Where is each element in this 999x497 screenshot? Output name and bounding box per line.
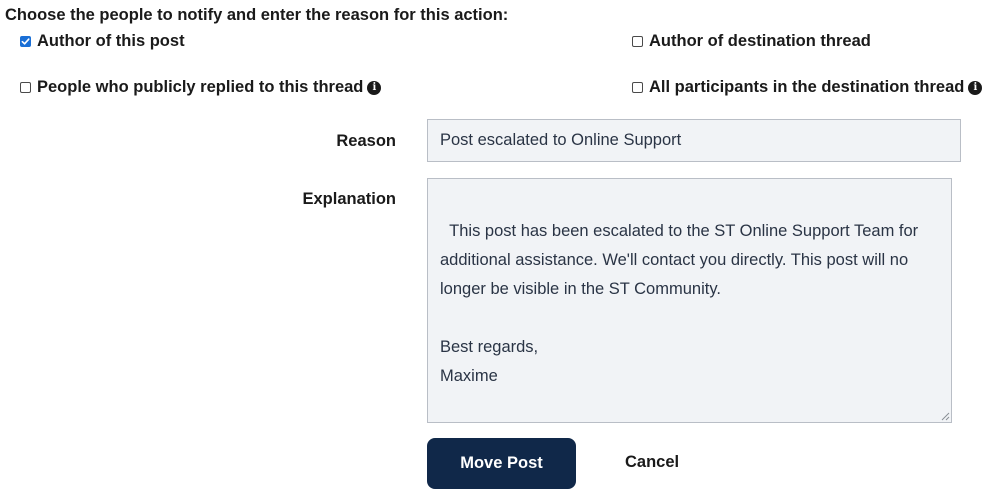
reason-value: Post escalated to Online Support xyxy=(440,131,682,149)
check-icon xyxy=(21,38,30,45)
reason-label: Reason xyxy=(336,132,396,150)
checkbox-row-author-of-post[interactable]: Author of this post xyxy=(20,32,185,51)
author-of-post-label[interactable]: Author of this post xyxy=(37,32,185,51)
reason-input[interactable]: Post escalated to Online Support xyxy=(427,119,961,162)
cancel-button[interactable]: Cancel xyxy=(625,453,679,472)
explanation-textarea[interactable]: This post has been escalated to the ST O… xyxy=(427,178,952,423)
public-repliers-checkbox[interactable] xyxy=(20,82,31,93)
info-circle-icon[interactable]: i xyxy=(968,80,983,95)
move-post-button[interactable]: Move Post xyxy=(427,438,576,489)
checkbox-row-author-of-destination[interactable]: Author of destination thread xyxy=(632,32,871,51)
author-of-post-checkbox[interactable] xyxy=(20,36,31,47)
info-circle-icon[interactable]: i xyxy=(367,80,382,95)
checkbox-row-public-repliers[interactable]: People who publicly replied to this thre… xyxy=(20,78,382,97)
resize-grip-icon[interactable] xyxy=(940,411,950,421)
author-of-destination-checkbox[interactable] xyxy=(632,36,643,47)
all-destination-participants-checkbox[interactable] xyxy=(632,82,643,93)
public-repliers-label[interactable]: People who publicly replied to this thre… xyxy=(37,78,363,97)
explanation-label: Explanation xyxy=(302,190,396,208)
all-destination-participants-label[interactable]: All participants in the destination thre… xyxy=(649,78,964,97)
author-of-destination-label[interactable]: Author of destination thread xyxy=(649,32,871,51)
explanation-value: This post has been escalated to the ST O… xyxy=(440,222,919,385)
checkbox-row-all-destination-participants[interactable]: All participants in the destination thre… xyxy=(632,78,983,97)
notify-heading: Choose the people to notify and enter th… xyxy=(5,6,509,24)
